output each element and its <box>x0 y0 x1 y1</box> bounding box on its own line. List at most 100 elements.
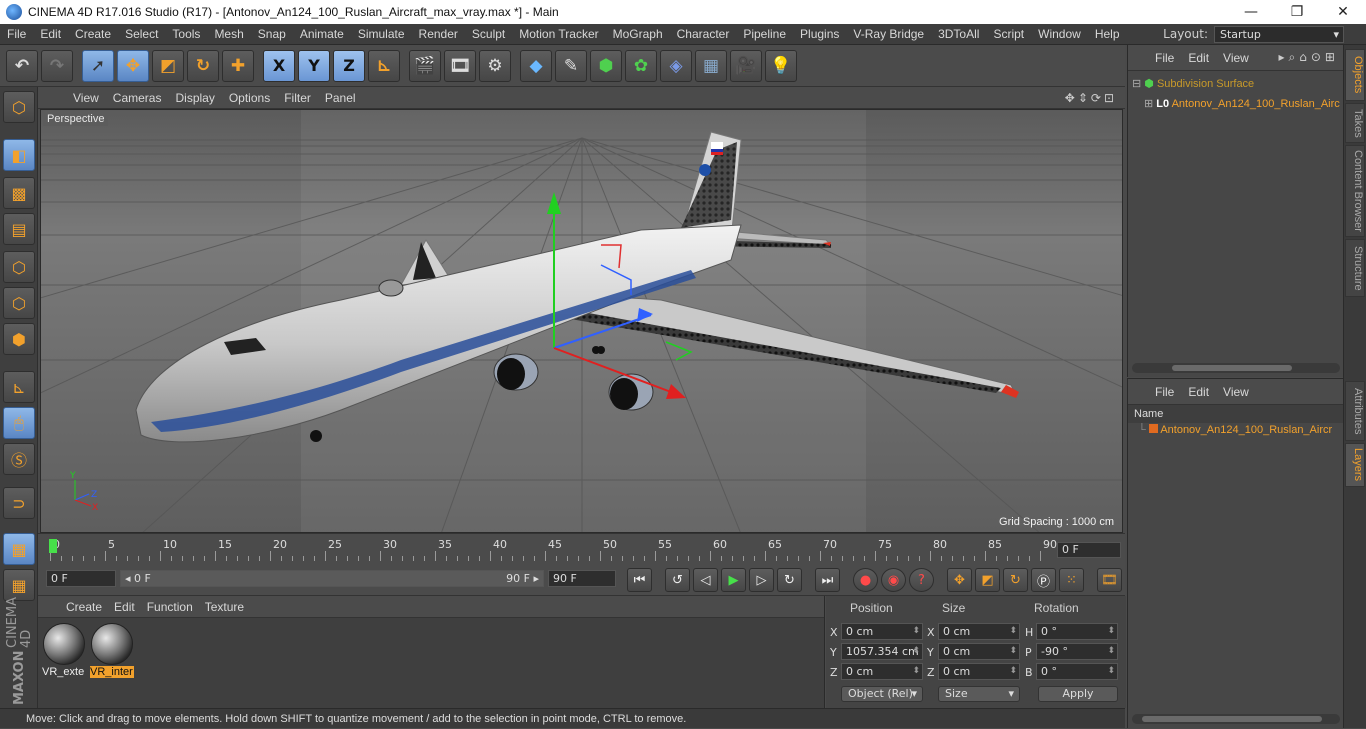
menu-3dtoall[interactable]: 3DToAll <box>931 27 986 41</box>
position-y-field[interactable]: 1057.354 cm <box>841 643 923 660</box>
menu-mograph[interactable]: MoGraph <box>606 27 670 41</box>
texture-mode-icon[interactable]: ▩ <box>3 177 35 209</box>
recent-tools-icon[interactable]: ✚ <box>222 49 254 82</box>
cloner-icon[interactable]: ✿ <box>625 49 657 82</box>
timeline[interactable]: 051015202530354045505560657075808590 0 F <box>38 533 1125 566</box>
key-position-icon[interactable]: ✥ <box>947 568 972 592</box>
min-time-field[interactable]: 0 F <box>46 570 116 587</box>
layer-name-column-header[interactable]: Name <box>1128 405 1344 423</box>
viewport-menu-options[interactable]: Options <box>222 91 277 105</box>
menu-plugins[interactable]: Plugins <box>793 27 846 41</box>
layout-dropdown[interactable]: Startup <box>1214 25 1344 43</box>
edges-mode-icon[interactable]: ⬡ <box>3 287 35 319</box>
menu-character[interactable]: Character <box>670 27 737 41</box>
layers-menu-edit[interactable]: Edit <box>1181 385 1216 399</box>
size-mode-dropdown[interactable]: Size <box>938 686 1020 702</box>
object-row-antonov[interactable]: ⊞ L0 Antonov_An124_100_Ruslan_Airc <box>1144 97 1340 110</box>
material-swatch[interactable]: VR_exte <box>42 622 86 678</box>
polygons-mode-icon[interactable]: ⬢ <box>3 323 35 355</box>
rotation-b-field[interactable]: 0 ° <box>1036 663 1118 680</box>
key-point-level-icon[interactable]: ⁙ <box>1059 568 1084 592</box>
coordinate-mode-dropdown[interactable]: Object (Rel) <box>841 686 923 702</box>
max-time-field[interactable]: 90 F <box>548 570 616 587</box>
solo-mode-icon[interactable]: Ⓢ <box>3 443 35 475</box>
minimize-button[interactable]: — <box>1228 0 1274 24</box>
key-parameter-icon[interactable]: Ⓟ <box>1031 568 1056 592</box>
material-menu-texture[interactable]: Texture <box>199 600 250 614</box>
viewport-menu-display[interactable]: Display <box>168 91 221 105</box>
menu-mesh[interactable]: Mesh <box>207 27 250 41</box>
menu-snap[interactable]: Snap <box>251 27 293 41</box>
maximize-button[interactable]: ❐ <box>1274 0 1320 24</box>
object-manager-tools-icons[interactable]: ▸⌕⌂⊙⊞ <box>1279 50 1339 65</box>
menu-help[interactable]: Help <box>1088 27 1127 41</box>
live-selection-icon[interactable]: ➚ <box>82 49 114 82</box>
layer-manager-scrollbar[interactable] <box>1132 714 1340 724</box>
menu-edit[interactable]: Edit <box>33 27 68 41</box>
subdivision-surface-icon[interactable]: ⬢ <box>590 49 622 82</box>
light-icon[interactable]: 💡 <box>765 49 797 82</box>
tree-expand-icon[interactable]: ⊟ <box>1132 78 1141 90</box>
key-rotation-icon[interactable]: ↻ <box>1003 568 1028 592</box>
coordinate-system-icon[interactable]: ⊾ <box>368 49 400 82</box>
deformer-icon[interactable]: ◈ <box>660 49 692 82</box>
menu-sculpt[interactable]: Sculpt <box>465 27 512 41</box>
close-button[interactable]: ✕ <box>1320 0 1366 24</box>
rotate-tool-icon[interactable]: ↻ <box>187 49 219 82</box>
z-axis-lock-button[interactable]: Z <box>333 49 365 82</box>
layers-menu-file[interactable]: File <box>1148 385 1181 399</box>
timeline-window-icon[interactable]: 🎞 <box>1097 568 1122 592</box>
playhead[interactable] <box>49 539 57 553</box>
previous-key-icon[interactable]: ↺ <box>665 568 690 592</box>
record-active-objects-icon[interactable]: ● <box>853 568 878 592</box>
model-mode-icon[interactable]: ◧ <box>3 139 35 171</box>
redo-icon[interactable]: ↷ <box>41 49 73 82</box>
tab-takes[interactable]: Takes <box>1345 103 1365 143</box>
x-axis-lock-button[interactable]: X <box>263 49 295 82</box>
edit-render-settings-icon[interactable]: ⚙ <box>479 49 511 82</box>
material-swatch-selected[interactable]: VR_inter <box>90 622 134 678</box>
viewport-menu-cameras[interactable]: Cameras <box>106 91 169 105</box>
apply-button[interactable]: Apply <box>1038 686 1118 702</box>
viewport-menu-panel[interactable]: Panel <box>318 91 363 105</box>
viewport-navigation-icons[interactable]: ✥⇕⟳⊡ <box>1065 91 1117 105</box>
go-to-start-icon[interactable]: ⏮ <box>627 568 652 592</box>
tab-attributes[interactable]: Attributes <box>1345 381 1365 441</box>
next-frame-icon[interactable]: ▷ <box>749 568 774 592</box>
tree-expand-icon[interactable]: ⊞ <box>1144 98 1153 110</box>
current-frame-field[interactable]: 0 F <box>1057 542 1121 558</box>
autokeying-icon[interactable]: ◉ <box>881 568 906 592</box>
render-view-icon[interactable]: 🎬 <box>409 49 441 82</box>
object-manager-scrollbar[interactable] <box>1132 363 1340 373</box>
pen-spline-icon[interactable]: ✎ <box>555 49 587 82</box>
viewport-label[interactable]: Perspective <box>43 112 109 126</box>
layer-row[interactable]: └ Antonov_An124_100_Ruslan_Aircr <box>1138 424 1332 436</box>
perspective-viewport[interactable]: Y Z X Perspective Grid Spacing : 1000 cm <box>40 109 1123 533</box>
menu-select[interactable]: Select <box>118 27 165 41</box>
tab-content-browser[interactable]: Content Browser <box>1345 145 1365 237</box>
render-picture-viewer-icon[interactable]: 🎞 <box>444 49 476 82</box>
tab-objects[interactable]: Objects <box>1345 49 1365 101</box>
menu-pipeline[interactable]: Pipeline <box>736 27 793 41</box>
rotation-h-field[interactable]: 0 ° <box>1036 623 1118 640</box>
workplane-icon[interactable]: ▦ <box>3 533 35 565</box>
tab-structure[interactable]: Structure <box>1345 239 1365 297</box>
objects-menu-view[interactable]: View <box>1216 51 1256 65</box>
material-menu-create[interactable]: Create <box>60 600 108 614</box>
menu-render[interactable]: Render <box>412 27 465 41</box>
position-x-field[interactable]: 0 cm <box>841 623 923 640</box>
move-tool-icon[interactable]: ✥ <box>117 49 149 82</box>
layers-menu-view[interactable]: View <box>1216 385 1256 399</box>
object-row-subdivision[interactable]: ⊟ ⬢ Subdivision Surface <box>1132 77 1254 90</box>
undo-icon[interactable]: ↶ <box>6 49 38 82</box>
play-forward-icon[interactable]: ▶ <box>721 568 746 592</box>
locked-workplane-icon[interactable]: ▦ <box>3 569 35 601</box>
size-z-field[interactable]: 0 cm <box>938 663 1020 680</box>
menu-create[interactable]: Create <box>68 27 118 41</box>
make-editable-icon[interactable]: ⬡ <box>3 91 35 123</box>
tab-layers[interactable]: Layers <box>1345 443 1365 487</box>
menu-vray-bridge[interactable]: V-Ray Bridge <box>846 27 931 41</box>
menu-simulate[interactable]: Simulate <box>351 27 412 41</box>
menu-window[interactable]: Window <box>1031 27 1088 41</box>
objects-menu-edit[interactable]: Edit <box>1181 51 1216 65</box>
